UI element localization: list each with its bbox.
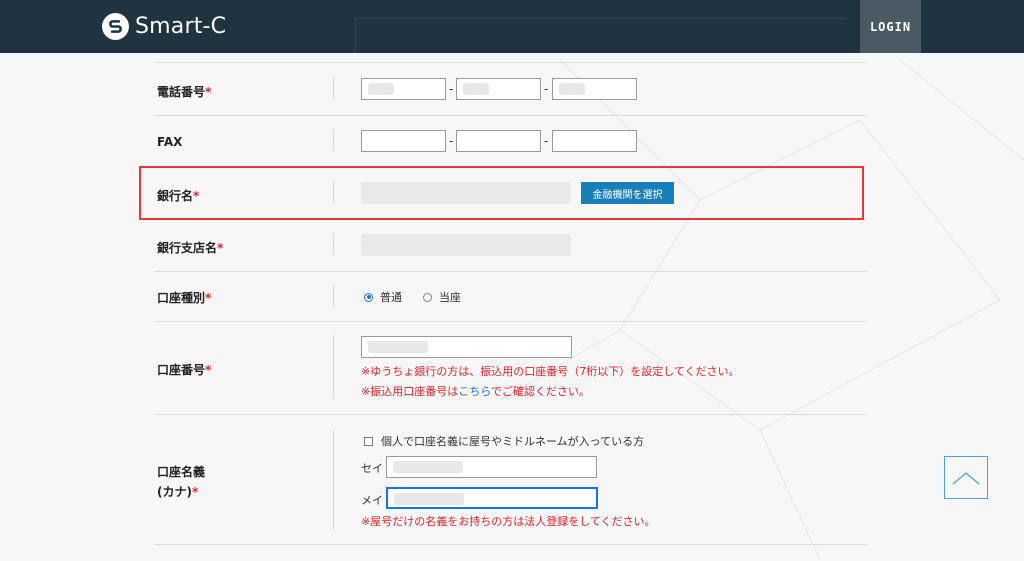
form-row-fax: FAX - - [155, 115, 867, 167]
column-divider [333, 285, 334, 307]
checkbox-label: 個人で口座名義に屋号やミドルネームが入っている方 [381, 435, 645, 448]
column-divider [333, 77, 334, 99]
mei-label: メイ [361, 494, 383, 507]
column-divider [333, 233, 334, 255]
phone-input-1[interactable] [361, 78, 446, 100]
account-holder-note: ※屋号だけの名義をお持ちの方は法人登録をしてください。 [361, 515, 656, 528]
account-number-note: ※ゆうちょ銀行の方は、振込用の口座番号（7桁以下）を設定してください。 [361, 365, 740, 378]
account-holder-label: 口座名義 (カナ)* [157, 465, 206, 499]
check-here-link[interactable]: こちら [458, 385, 491, 398]
required-mark: * [217, 241, 224, 255]
branch-name-field[interactable] [361, 234, 571, 256]
phone-separator: - [449, 82, 454, 96]
s-circle-icon [102, 13, 129, 40]
radio-ordinary[interactable]: 普通 [364, 289, 402, 305]
highlight-box [139, 166, 864, 220]
phone-separator: - [544, 82, 549, 96]
form-row-branch-name: 銀行支店名* [155, 219, 867, 272]
column-divider [333, 129, 334, 151]
fax-input-1[interactable] [361, 130, 446, 152]
chevron-up-icon [952, 471, 980, 484]
account-type-label: 口座種別* [157, 291, 212, 305]
account-number-note-link-line: ※振込用口座番号はこちらでご確認ください。 [361, 385, 590, 398]
radio-selected-icon [364, 292, 373, 302]
top-navigation-bar: Smart-C LOGIN [0, 0, 1024, 53]
header-ghost-field [355, 18, 846, 53]
required-mark: * [205, 363, 212, 377]
scroll-to-top-button[interactable] [944, 456, 988, 499]
account-number-input[interactable] [361, 336, 572, 358]
fax-separator: - [449, 134, 454, 148]
fax-input-2[interactable] [456, 130, 541, 152]
required-mark: * [205, 291, 212, 305]
form-row-account-type: 口座種別* 普通 当座 [155, 271, 867, 322]
login-button[interactable]: LOGIN [860, 0, 921, 53]
fax-label: FAX [157, 135, 183, 149]
site-logo[interactable]: Smart-C [102, 13, 226, 40]
phone-label: 電話番号* [157, 85, 212, 99]
column-divider [333, 430, 334, 530]
sei-input[interactable] [386, 456, 597, 478]
phone-input-3[interactable] [552, 78, 637, 100]
mei-input[interactable] [386, 487, 598, 509]
radio-current-label: 当座 [439, 291, 461, 304]
radio-unselected-icon [423, 292, 432, 302]
checkbox-unchecked-icon [364, 436, 373, 446]
column-divider [333, 335, 334, 399]
account-number-label: 口座番号* [157, 363, 212, 377]
radio-current[interactable]: 当座 [423, 289, 461, 305]
branch-name-label: 銀行支店名* [157, 241, 224, 255]
sei-label: セイ [361, 462, 383, 475]
required-mark: * [205, 85, 212, 99]
fax-separator: - [544, 134, 549, 148]
fax-input-3[interactable] [552, 130, 637, 152]
form-row-account-number: 口座番号* ※ゆうちょ銀行の方は、振込用の口座番号（7桁以下）を設定してください… [155, 321, 867, 415]
form-row-phone: 電話番号* - - [155, 62, 867, 116]
business-name-checkbox[interactable]: 個人で口座名義に屋号やミドルネームが入っている方 [364, 433, 644, 449]
logo-text: Smart-C [135, 14, 227, 39]
form-row-account-holder: 口座名義 (カナ)* 個人で口座名義に屋号やミドルネームが入っている方 セイ メ… [155, 414, 867, 545]
required-mark: * [191, 485, 199, 499]
phone-input-2[interactable] [456, 78, 541, 100]
radio-ordinary-label: 普通 [380, 291, 402, 304]
